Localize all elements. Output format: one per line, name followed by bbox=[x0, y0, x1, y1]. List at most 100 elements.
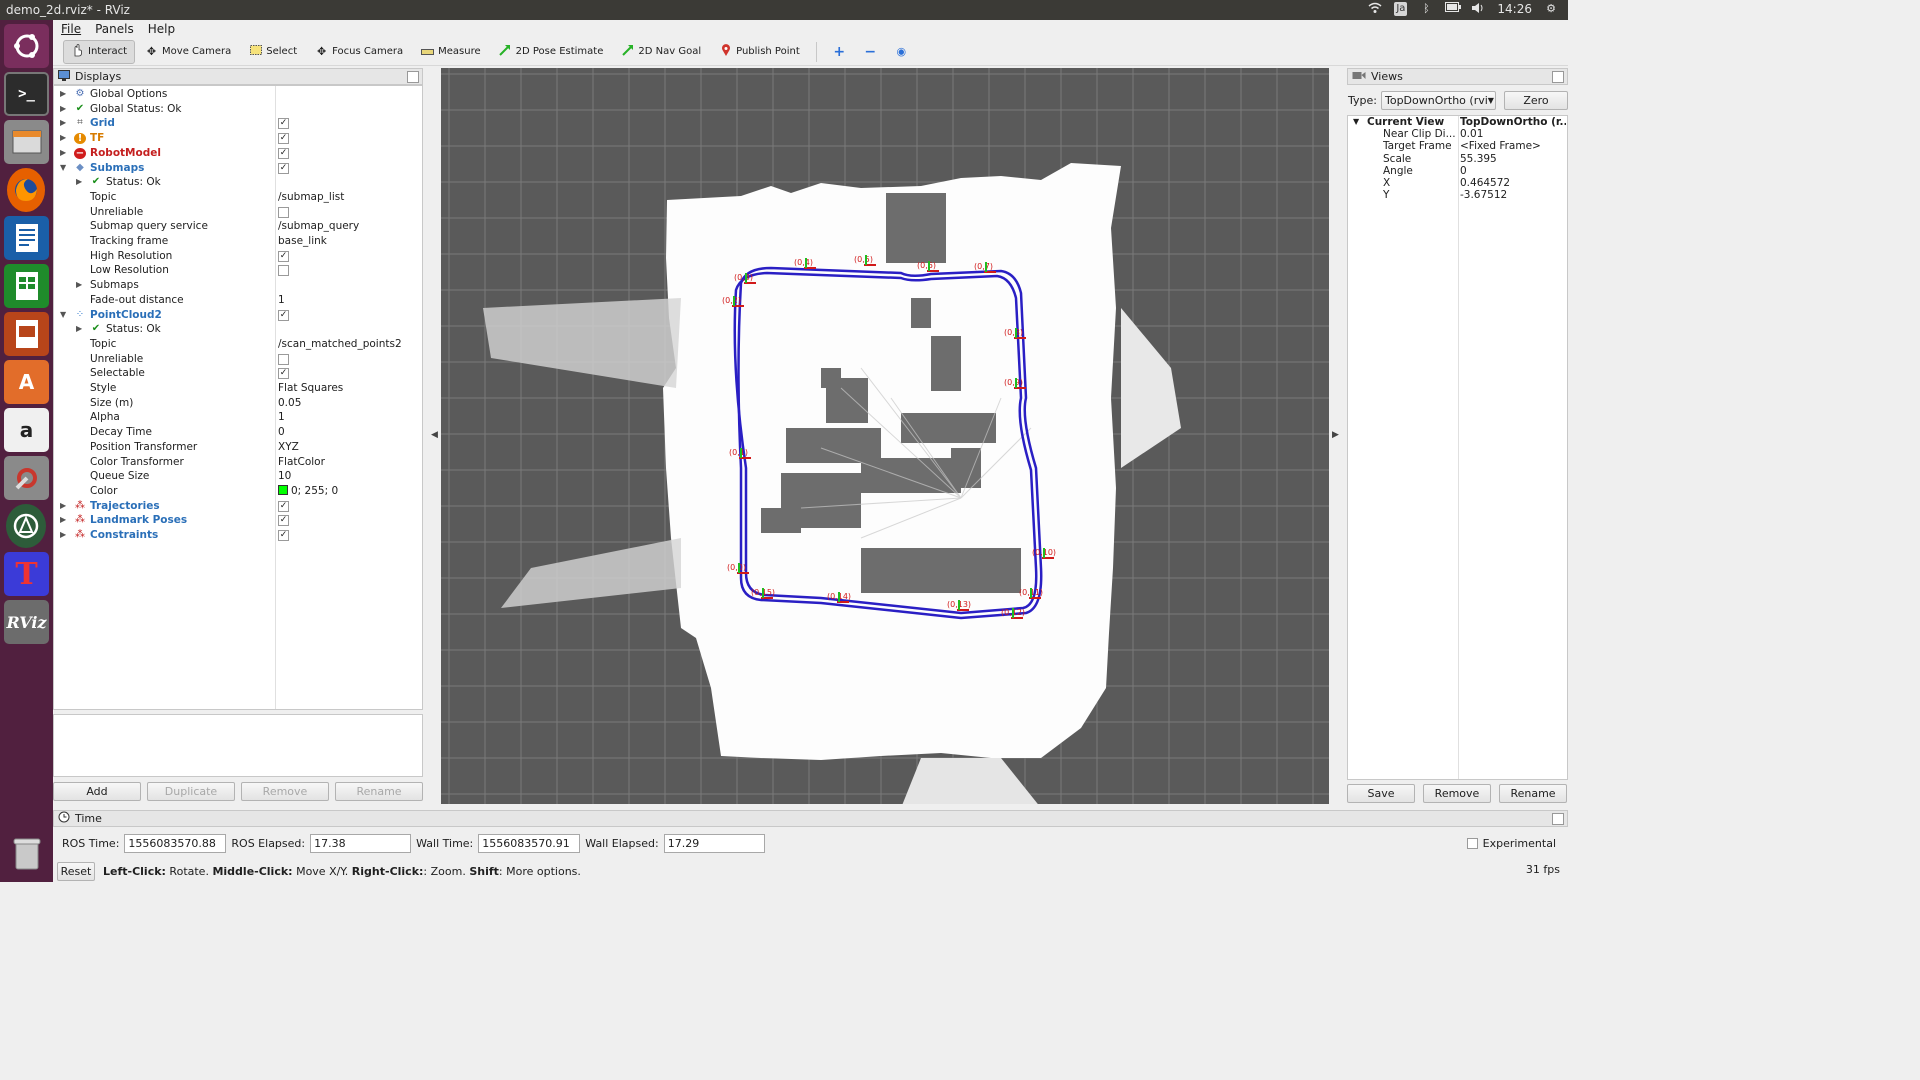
collapse-left-arrow-icon[interactable]: ◀ bbox=[431, 430, 438, 440]
display-row[interactable]: Topic/submap_list bbox=[54, 190, 422, 205]
nav-goal-tool-button[interactable]: 2D Nav Goal bbox=[613, 40, 709, 64]
collapse-right-arrow-icon[interactable]: ▶ bbox=[1332, 430, 1339, 440]
focus-camera-tool-button[interactable]: ✥ Focus Camera bbox=[307, 40, 411, 64]
display-checkbox[interactable]: ✓ bbox=[278, 309, 289, 321]
display-row[interactable]: ▶ ⁂ Constraints ✓ bbox=[54, 528, 422, 543]
battery-icon[interactable] bbox=[1445, 2, 1462, 16]
display-checkbox[interactable] bbox=[278, 353, 289, 365]
display-value-cell[interactable]: 0; 255; 0 bbox=[278, 484, 338, 499]
display-row[interactable]: Alpha 1 bbox=[54, 410, 422, 425]
firefox-icon[interactable] bbox=[7, 168, 45, 212]
amazon-icon[interactable]: a bbox=[4, 408, 49, 452]
views-float-button[interactable] bbox=[1552, 71, 1564, 83]
ros-time-field[interactable]: 1556083570.88 bbox=[124, 833, 227, 853]
display-row-value[interactable]: /scan_matched_points2 bbox=[278, 338, 402, 350]
keyboard-layout-indicator[interactable]: Ja bbox=[1394, 2, 1408, 16]
render-viewport[interactable]: (0,0) (0,1) (0,2) (0,3) (0,4) (0,5) (0,6) (0,7)… bbox=[441, 68, 1329, 804]
display-checkbox[interactable]: ✓ bbox=[278, 133, 289, 145]
texmaker-icon[interactable]: T bbox=[4, 552, 49, 596]
display-row[interactable]: Unreliable bbox=[54, 205, 422, 220]
expand-arrow-icon[interactable]: ▶ bbox=[60, 131, 70, 146]
system-settings-icon[interactable] bbox=[4, 456, 49, 500]
display-row[interactable]: Low Resolution bbox=[54, 263, 422, 278]
display-row[interactable]: Decay Time 0 bbox=[54, 425, 422, 440]
wifi-icon[interactable] bbox=[1368, 2, 1382, 16]
display-checkbox[interactable]: ✓ bbox=[278, 530, 289, 541]
expand-arrow-icon[interactable]: ▶ bbox=[76, 278, 86, 293]
display-row-value[interactable]: /submap_query bbox=[278, 220, 359, 232]
tool-properties-button[interactable]: ◉ bbox=[887, 40, 916, 64]
view-property-value[interactable]: 0.01 bbox=[1460, 128, 1566, 140]
display-row-value[interactable]: 1 bbox=[278, 294, 285, 306]
display-row[interactable]: Topic/scan_matched_points2 bbox=[54, 337, 422, 352]
display-checkbox[interactable]: ✓ bbox=[278, 500, 289, 512]
display-row-value[interactable]: 10 bbox=[278, 470, 291, 482]
impress-icon[interactable] bbox=[4, 312, 49, 356]
display-row[interactable]: ▶ ⌗ Grid ✓ bbox=[54, 116, 422, 131]
view-property-value[interactable]: <Fixed Frame> bbox=[1460, 140, 1566, 152]
collapse-arrow-icon[interactable]: ▼ bbox=[60, 161, 70, 176]
display-checkbox[interactable]: ✓ bbox=[278, 162, 289, 174]
display-row[interactable]: Color 0; 255; 0 bbox=[54, 484, 422, 499]
display-value-cell[interactable]: XYZ bbox=[278, 440, 299, 455]
remove-display-button[interactable]: Remove bbox=[241, 782, 329, 801]
duplicate-display-button[interactable]: Duplicate bbox=[147, 782, 235, 801]
collapse-arrow-icon[interactable]: ▼ bbox=[60, 308, 70, 323]
expand-arrow-icon[interactable]: ▶ bbox=[60, 513, 70, 528]
view-property-row[interactable]: Near Clip Di... 0.01 bbox=[1348, 128, 1567, 140]
expand-down-arrow-icon[interactable]: ▼ bbox=[1353, 116, 1359, 128]
display-checkbox[interactable]: ✓ bbox=[278, 118, 289, 130]
publish-point-tool-button[interactable]: Publish Point bbox=[711, 40, 808, 64]
display-row[interactable]: Color Transformer FlatColor bbox=[54, 455, 422, 470]
display-row-value[interactable]: 0; 255; 0 bbox=[291, 485, 338, 497]
color-swatch[interactable] bbox=[278, 484, 288, 495]
display-row-value[interactable]: 1 bbox=[278, 411, 285, 423]
display-checkbox[interactable]: ✓ bbox=[278, 250, 289, 262]
display-row[interactable]: Selectable ✓ bbox=[54, 366, 422, 381]
display-value-cell[interactable]: 1 bbox=[278, 293, 285, 308]
view-property-value[interactable]: 55.395 bbox=[1460, 153, 1566, 165]
software-updater-icon[interactable] bbox=[6, 504, 46, 548]
display-row[interactable]: ▶ Submaps bbox=[54, 278, 422, 293]
current-view-row[interactable]: ▼ Current View TopDownOrtho (r... bbox=[1348, 116, 1567, 128]
display-checkbox[interactable] bbox=[278, 265, 289, 277]
experimental-checkbox[interactable] bbox=[1466, 837, 1478, 849]
writer-icon[interactable] bbox=[4, 216, 49, 260]
display-checkbox[interactable]: ✓ bbox=[278, 368, 289, 380]
expand-arrow-icon[interactable]: ▶ bbox=[60, 87, 70, 102]
display-row[interactable]: ▼ ⁘ PointCloud2 ✓ bbox=[54, 308, 422, 323]
display-row-value[interactable]: FlatColor bbox=[278, 456, 325, 468]
expand-arrow-icon[interactable]: ▶ bbox=[60, 116, 70, 131]
measure-tool-button[interactable]: Measure bbox=[413, 40, 489, 64]
display-row[interactable]: ▼ ◆ Submaps ✓ bbox=[54, 161, 422, 176]
display-row-value[interactable]: Flat Squares bbox=[278, 382, 343, 394]
rename-display-button[interactable]: Rename bbox=[335, 782, 423, 801]
display-row[interactable]: Fade-out distance 1 bbox=[54, 293, 422, 308]
calc-icon[interactable] bbox=[4, 264, 49, 308]
bluetooth-icon[interactable]: ᛒ bbox=[1419, 2, 1433, 16]
display-row[interactable]: ▶! TF ✓ bbox=[54, 131, 422, 146]
display-row-value[interactable]: 0 bbox=[278, 426, 285, 438]
software-center-icon[interactable]: A bbox=[4, 360, 49, 404]
display-row[interactable]: Position Transformer XYZ bbox=[54, 440, 422, 455]
pose-estimate-tool-button[interactable]: 2D Pose Estimate bbox=[491, 40, 612, 64]
display-row-value[interactable]: /submap_list bbox=[278, 191, 344, 203]
display-checkbox[interactable]: ✓ bbox=[278, 515, 289, 527]
display-value-cell[interactable]: 1 bbox=[278, 410, 285, 425]
display-row[interactable]: Submap query service/submap_query bbox=[54, 219, 422, 234]
display-row[interactable]: ▶ ✔ Status: Ok bbox=[54, 175, 422, 190]
trash-icon[interactable] bbox=[4, 832, 49, 876]
power-gear-icon[interactable]: ⚙ bbox=[1544, 2, 1558, 16]
view-property-row[interactable]: X 0.464572 bbox=[1348, 177, 1567, 189]
view-property-value[interactable]: -3.67512 bbox=[1460, 189, 1566, 201]
time-float-button[interactable] bbox=[1552, 813, 1564, 825]
display-row[interactable]: Queue Size 10 bbox=[54, 469, 422, 484]
display-checkbox[interactable]: ✓ bbox=[278, 147, 289, 159]
menu-panels[interactable]: Panels bbox=[95, 22, 134, 36]
rename-view-button[interactable]: Rename bbox=[1499, 784, 1567, 803]
displays-tree[interactable]: ▶ ⚙ Global Options ▶ ✔ Global Status: Ok ▶ ⌗ Gri… bbox=[53, 85, 423, 710]
remove-tool-button[interactable]: − bbox=[856, 40, 885, 64]
display-row[interactable]: High Resolution ✓ bbox=[54, 249, 422, 264]
expand-arrow-icon[interactable]: ▶ bbox=[76, 175, 86, 190]
display-value-cell[interactable]: /submap_query bbox=[278, 219, 359, 234]
